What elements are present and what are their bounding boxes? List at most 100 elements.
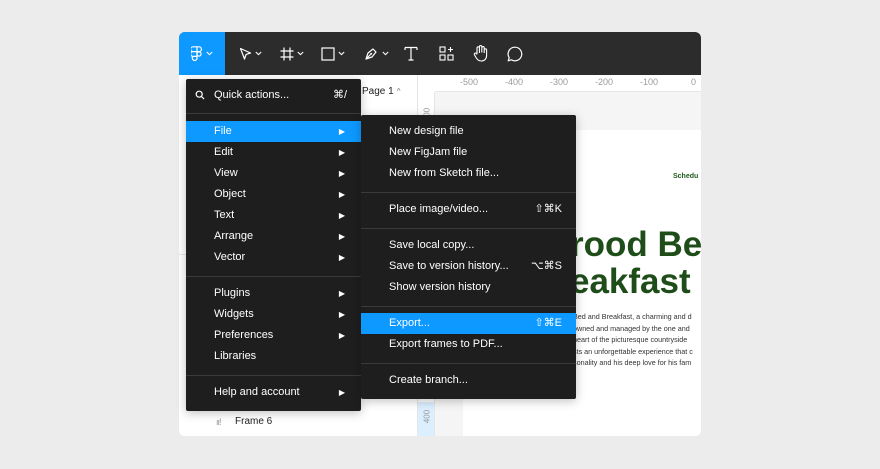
chevron-down-icon [338,51,345,56]
paragraph-line: heart of the picturesque countryside [573,335,688,344]
submenu-item-export-frames-to-pdf[interactable]: Export frames to PDF... [361,334,576,355]
menu-item-help-and-account[interactable]: Help and account ▶ [186,382,361,403]
menu-separator [186,375,361,376]
resources-button[interactable] [434,32,458,75]
ruler-tick: 0 [691,77,697,87]
ruler-tick: -300 [550,77,569,87]
menu-item-label: Widgets [214,308,254,320]
comment-tool-button[interactable] [503,32,527,75]
submenu-item-save-to-version-history[interactable]: Save to version history... ⌥⌘S [361,256,576,277]
menu-item-label: New design file [389,125,464,137]
menu-shortcut: ⌘/ [332,89,347,101]
toolbar [179,32,701,75]
submenu-arrow-icon: ▶ [338,190,345,199]
page-selector[interactable]: Page 1 ^ [362,86,400,97]
paragraph-line: owned and managed by the one and [573,323,690,333]
submenu-arrow-icon: ▶ [338,127,345,136]
menu-item-view[interactable]: View ▶ [186,163,361,184]
menu-item-label: Show version history [389,281,491,293]
submenu-arrow-icon: ▶ [338,253,345,262]
ruler-tick: -500 [460,77,479,87]
move-tool-icon [239,47,251,60]
paragraph-line: sts an unforgettable experience that c [573,346,693,356]
submenu-arrow-icon: ▶ [338,232,345,241]
menu-item-plugins[interactable]: Plugins ▶ [186,283,361,304]
nav-schedule-link: Schedu [673,173,699,180]
menu-item-label: Help and account [214,386,300,398]
submenu-item-save-local-copy[interactable]: Save local copy... [361,235,576,256]
hand-tool-icon [473,45,487,62]
move-tool-button[interactable] [234,32,266,75]
menu-shortcut: ⇧⌘E [534,317,562,329]
submenu-arrow-icon: ▶ [338,211,345,220]
submenu-arrow-icon: ▶ [338,148,345,157]
menu-shortcut: ⇧⌘K [534,203,562,215]
menu-item-label: Text [214,209,235,221]
menu-item-label: Create branch... [389,374,468,386]
text-tool-icon [404,46,418,61]
headline: rood Bed eakfast [570,226,701,300]
menu-item-label: Save to version history... [389,260,509,272]
submenu-item-new-from-sketch[interactable]: New from Sketch file... [361,163,576,184]
menu-item-label: Edit [214,146,233,158]
pen-tool-button[interactable] [360,32,392,75]
hand-tool-button[interactable] [468,32,492,75]
menu-item-label: Export frames to PDF... [389,338,503,350]
rectangle-tool-icon [321,46,335,61]
submenu-item-new-design-file[interactable]: New design file [361,121,576,142]
submenu-item-export[interactable]: Export... ⇧⌘E [361,313,576,334]
menu-separator [361,363,576,364]
menu-item-label: Place image/video... [389,203,489,215]
frame-tool-icon [280,47,294,60]
menu-item-object[interactable]: Object ▶ [186,184,361,205]
paragraph-line: sonality and his deep love for his fam [573,358,692,367]
submenu-arrow-icon: ▶ [338,310,345,319]
menu-item-label: Plugins [214,287,251,299]
chevron-down-icon [254,51,262,56]
quick-actions-item[interactable]: Quick actions... ⌘/ [186,85,361,106]
menu-item-vector[interactable]: Vector ▶ [186,247,361,268]
menu-item-label: Preferences [214,329,274,341]
shape-tool-button[interactable] [317,32,349,75]
main-menu-button[interactable] [179,32,225,75]
figma-logo-icon [191,45,202,61]
menu-item-label: Quick actions... [214,89,290,101]
menu-separator [361,306,576,307]
menu-item-edit[interactable]: Edit ▶ [186,142,361,163]
headline-line: eakfast [570,262,691,301]
intro-paragraph: Bed and Breakfast, a charming and d owne… [573,311,693,369]
frame-tool-button[interactable] [276,32,308,75]
submenu-arrow-icon: ▶ [338,169,345,178]
ruler-tick: 400 [422,409,432,424]
menu-item-widgets[interactable]: Widgets ▶ [186,304,361,325]
submenu-item-show-version-history[interactable]: Show version history [361,277,576,298]
pen-tool-icon [364,48,377,60]
frame-layer-icon: ıı! [216,416,222,427]
menu-item-label: Save local copy... [389,239,475,251]
menu-separator [361,192,576,193]
submenu-arrow-icon: ▶ [338,289,345,298]
menu-item-label: File [214,125,232,137]
menu-item-text[interactable]: Text ▶ [186,205,361,226]
submenu-item-new-figjam-file[interactable]: New FigJam file [361,142,576,163]
main-menu: Quick actions... ⌘/ File ▶ Edit ▶ View ▶… [186,79,361,411]
menu-item-preferences[interactable]: Preferences ▶ [186,325,361,346]
top-ruler: -500 -400 -300 -200 -100 0 [435,75,701,92]
submenu-item-create-branch[interactable]: Create branch... [361,370,576,391]
menu-item-label: New from Sketch file... [389,167,500,179]
menu-item-arrange[interactable]: Arrange ▶ [186,226,361,247]
menu-item-libraries[interactable]: Libraries [186,346,361,367]
menu-item-file[interactable]: File ▶ [186,121,361,142]
menu-item-label: New FigJam file [389,146,468,158]
comment-tool-icon [507,46,523,61]
menu-item-label: Arrange [214,230,254,242]
chevron-down-icon [297,51,304,56]
layer-item[interactable]: ıı! Frame 6 [216,416,272,427]
chevron-down-icon [381,51,389,56]
ruler-tick: -200 [595,77,614,87]
menu-item-label: Export... [389,317,430,329]
submenu-item-place-image[interactable]: Place image/video... ⇧⌘K [361,199,576,220]
text-tool-button[interactable] [399,32,423,75]
menu-item-label: Libraries [214,350,257,362]
menu-item-label: Vector [214,251,246,263]
